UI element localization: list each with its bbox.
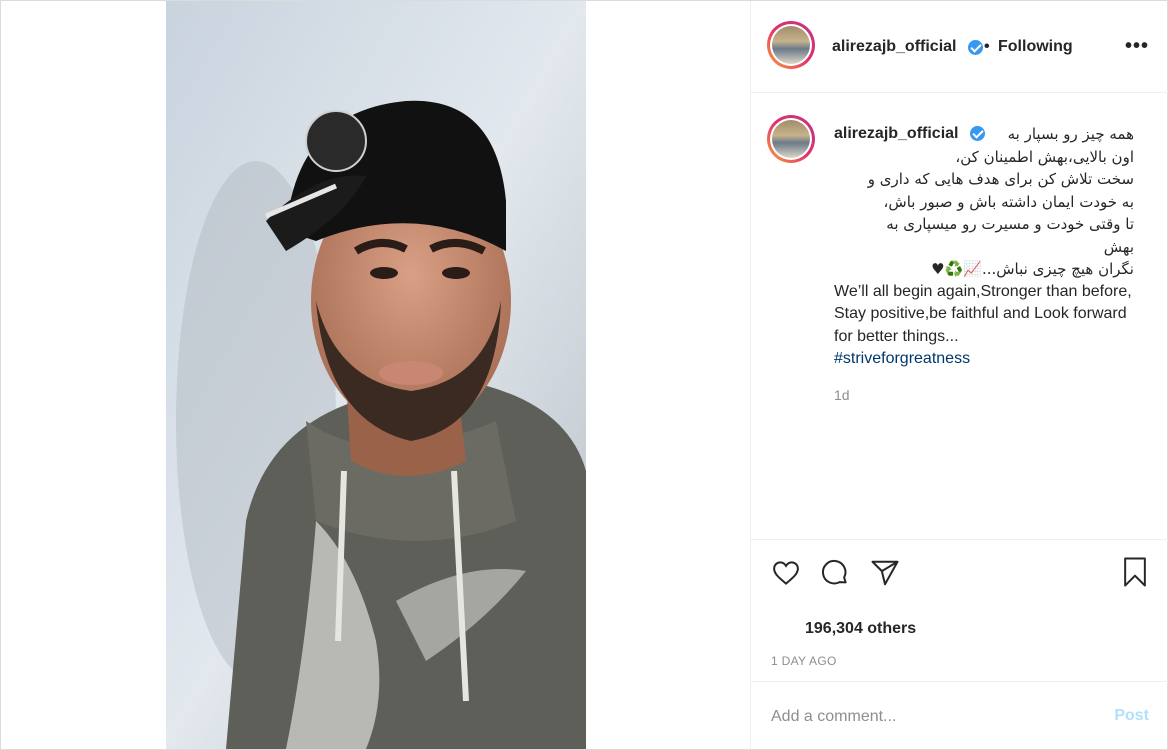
caption-avatar[interactable]	[767, 115, 815, 163]
caption-line: اون بالایی،بهش اطمینان کن،	[955, 147, 1134, 166]
comment-box: Post	[751, 681, 1168, 749]
post-button[interactable]: Post	[1114, 707, 1149, 725]
share-icon[interactable]	[870, 558, 900, 588]
caption-text: alirezajb_official همه چیز رو بسپار به ا…	[834, 123, 1134, 371]
caption-line: سخت تلاش کن برای هدف هایی که داری و	[867, 170, 1134, 188]
header-username[interactable]: alirezajb_official	[832, 38, 957, 56]
caption-time: 1d	[834, 387, 850, 403]
heart-icon[interactable]	[771, 558, 801, 588]
verified-badge-icon	[970, 126, 985, 141]
post-media-area	[1, 1, 750, 749]
caption-section: alirezajb_official همه چیز رو بسپار به ا…	[751, 93, 1168, 539]
post-photo[interactable]	[166, 1, 586, 749]
verified-badge-icon	[968, 40, 983, 55]
post-timestamp: 1 DAY AGO	[771, 654, 837, 668]
caption-username[interactable]: alirezajb_official	[834, 123, 959, 146]
separator-dot: •	[984, 38, 990, 55]
selfie-illustration	[166, 1, 586, 749]
bookmark-icon[interactable]	[1120, 556, 1150, 588]
post-actions: 196,304 others 1 DAY AGO	[751, 539, 1168, 681]
caption-line: بهش	[1103, 237, 1134, 256]
hashtag-link[interactable]: #striveforgreatness	[834, 348, 1134, 371]
caption-line: همه چیز رو بسپار به	[1007, 125, 1134, 143]
avatar[interactable]	[767, 21, 815, 69]
caption-english: We’ll all begin again,Stronger than befo…	[834, 282, 1132, 345]
caption-line: تا وقتی خودت و مسیرت رو میسپاری به	[886, 215, 1134, 233]
post-modal: alirezajb_official • Following ••• alire…	[0, 0, 1168, 750]
likes-count[interactable]: 196,304 others	[805, 620, 916, 638]
more-options-icon[interactable]: •••	[1125, 35, 1149, 58]
caption-line: نگران هیچ چیزی نباش...📈♻️♥	[931, 260, 1134, 278]
following-button[interactable]: Following	[998, 38, 1073, 56]
caption-line: به خودت ایمان داشته باش و صبور باش،	[883, 192, 1134, 211]
post-header: alirezajb_official • Following •••	[751, 1, 1168, 93]
comment-icon[interactable]	[820, 558, 850, 588]
post-details-panel: alirezajb_official • Following ••• alire…	[750, 1, 1168, 749]
comment-input[interactable]	[771, 706, 1101, 728]
